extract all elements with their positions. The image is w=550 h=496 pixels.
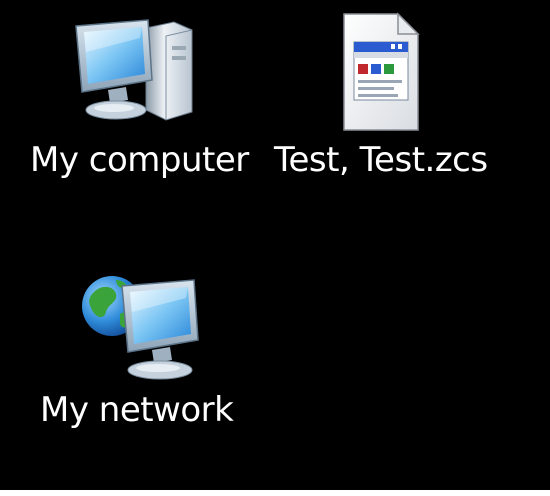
desktop-icon-my-network[interactable]: My network — [30, 270, 270, 470]
network-globe-icon — [76, 270, 216, 400]
document-file-icon — [332, 8, 472, 138]
desktop-icon-test-zcs-file[interactable]: Test, Test.zcs — [270, 8, 510, 208]
desktop-icon-label: Test, Test.zcs — [274, 140, 488, 180]
desktop-icon-label: My network — [40, 390, 234, 430]
desktop: My computer Test, Test.zcs My network — [0, 0, 550, 490]
desktop-icon-label: My computer — [30, 140, 249, 180]
computer-icon — [68, 8, 208, 138]
desktop-icon-my-computer[interactable]: My computer — [20, 8, 260, 208]
